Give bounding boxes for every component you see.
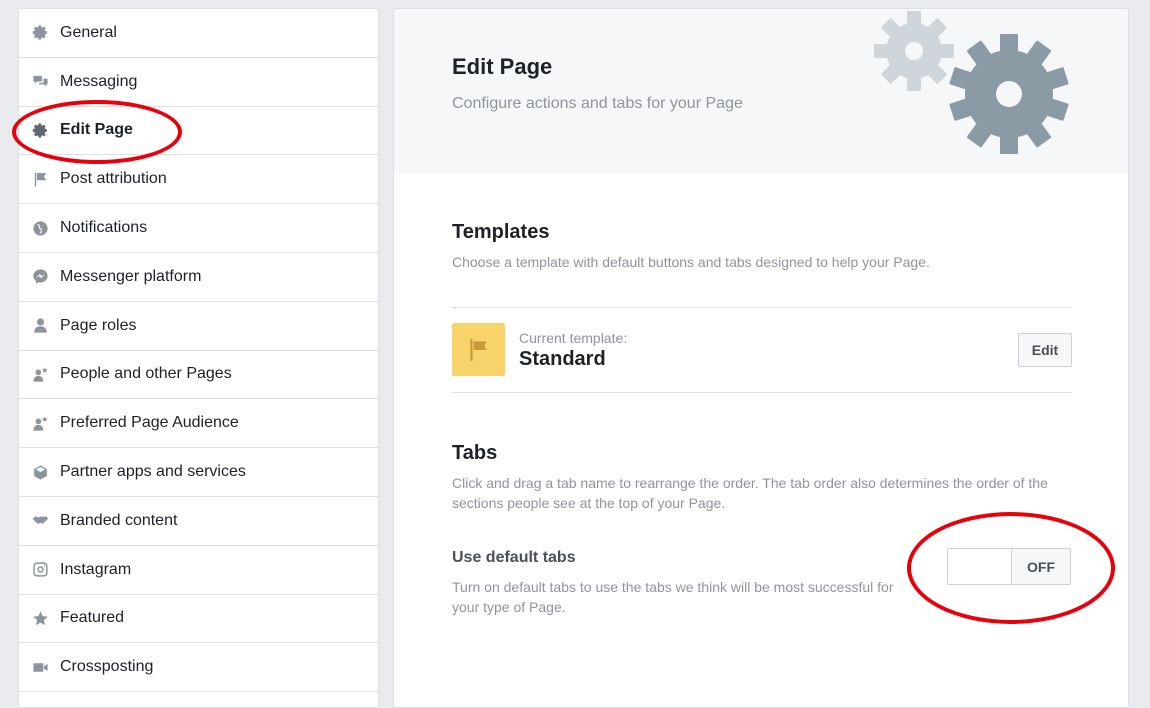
edit-template-button[interactable]: Edit — [1018, 333, 1072, 367]
sidebar-item-notifications[interactable]: Notifications — [19, 204, 378, 253]
sidebar-item-label: Messaging — [60, 72, 138, 90]
large-gear-icon — [949, 34, 1069, 154]
current-template-row: Current template: Standard Edit — [452, 307, 1072, 393]
toggle-knob — [948, 549, 1012, 584]
sidebar-item-label: General — [60, 23, 117, 41]
templates-description: Choose a template with default buttons a… — [452, 254, 930, 270]
sidebar-item-preferred-page-audience[interactable]: Preferred Page Audience — [19, 399, 378, 449]
sidebar-item-label: Instagram — [60, 560, 132, 578]
sidebar-item-partner-apps[interactable]: Partner apps and services — [19, 448, 378, 497]
sidebar-item-label: Featured — [60, 609, 125, 627]
globe-icon — [31, 219, 49, 237]
gear-icon — [31, 121, 49, 139]
current-template-caption: Current template: — [519, 330, 628, 346]
sidebar-item-instagram[interactable]: Instagram — [19, 546, 378, 595]
sidebar-item-label: Page roles — [60, 316, 137, 334]
small-gear-icon — [874, 11, 954, 91]
current-template-name: Standard — [519, 348, 606, 370]
sidebar-item-post-attribution[interactable]: Post attribution — [19, 155, 378, 205]
page-title: Edit Page — [452, 54, 553, 79]
sidebar-item-featured[interactable]: Featured — [19, 595, 378, 644]
use-default-tabs-description: Turn on default tabs to use the tabs we … — [452, 579, 894, 615]
sidebar-item-label: Messenger platform — [60, 267, 202, 285]
sidebar-item-label: Preferred Page Audience — [60, 414, 239, 432]
sidebar-item-general[interactable]: General — [19, 9, 378, 58]
use-default-tabs-toggle[interactable]: OFF — [947, 548, 1071, 585]
person-star-icon — [31, 365, 49, 383]
sidebar-item-people-and-other-pages[interactable]: People and other Pages — [19, 351, 378, 400]
sidebar-item-edit-page[interactable]: Edit Page — [19, 107, 378, 156]
video-icon — [31, 658, 49, 676]
messenger-icon — [31, 268, 49, 286]
sidebar-item-page-roles[interactable]: Page roles — [19, 302, 378, 351]
sidebar-item-label: Post attribution — [60, 170, 167, 188]
gear-icon — [31, 24, 49, 42]
instagram-icon — [31, 561, 49, 579]
sidebar-item-label: Edit Page — [60, 121, 133, 139]
sidebar-item-label: Notifications — [60, 219, 148, 237]
cube-icon — [31, 463, 49, 481]
settings-sidebar: General Messaging Edit Page Post attribu… — [18, 8, 379, 708]
toggle-state-label: OFF — [1012, 549, 1070, 584]
sidebar-item-label: Crossposting — [60, 658, 154, 676]
tabs-description: Click and drag a tab name to rearrange t… — [452, 475, 1048, 511]
handshake-icon — [31, 512, 49, 530]
tabs-title: Tabs — [452, 442, 498, 464]
sidebar-item-messaging[interactable]: Messaging — [19, 58, 378, 107]
page-subtitle: Configure actions and tabs for your Page — [452, 95, 743, 112]
star-icon — [31, 609, 49, 627]
edit-page-panel: Edit Page Configure actions and tabs for… — [393, 8, 1129, 708]
templates-section: Templates Choose a template with default… — [452, 221, 1072, 272]
use-default-tabs-label: Use default tabs — [452, 549, 576, 566]
sidebar-item-label: Branded content — [60, 511, 178, 529]
chat-bubbles-icon — [31, 73, 49, 91]
person-star-icon — [31, 414, 49, 432]
templates-title: Templates — [452, 221, 550, 243]
flag-icon — [31, 170, 49, 188]
sidebar-item-crossposting[interactable]: Crossposting — [19, 643, 378, 693]
sidebar-item-branded-content[interactable]: Branded content — [19, 497, 378, 546]
sidebar-item-messenger-platform[interactable]: Messenger platform — [19, 253, 378, 302]
sidebar-item-label: People and other Pages — [60, 365, 232, 383]
person-icon — [31, 317, 49, 335]
sidebar-item-label: Partner apps and services — [60, 463, 246, 481]
tabs-section: Tabs Click and drag a tab name to rearra… — [452, 442, 1072, 513]
template-flag-icon — [452, 323, 505, 376]
edit-page-header: Edit Page Configure actions and tabs for… — [394, 9, 1128, 173]
